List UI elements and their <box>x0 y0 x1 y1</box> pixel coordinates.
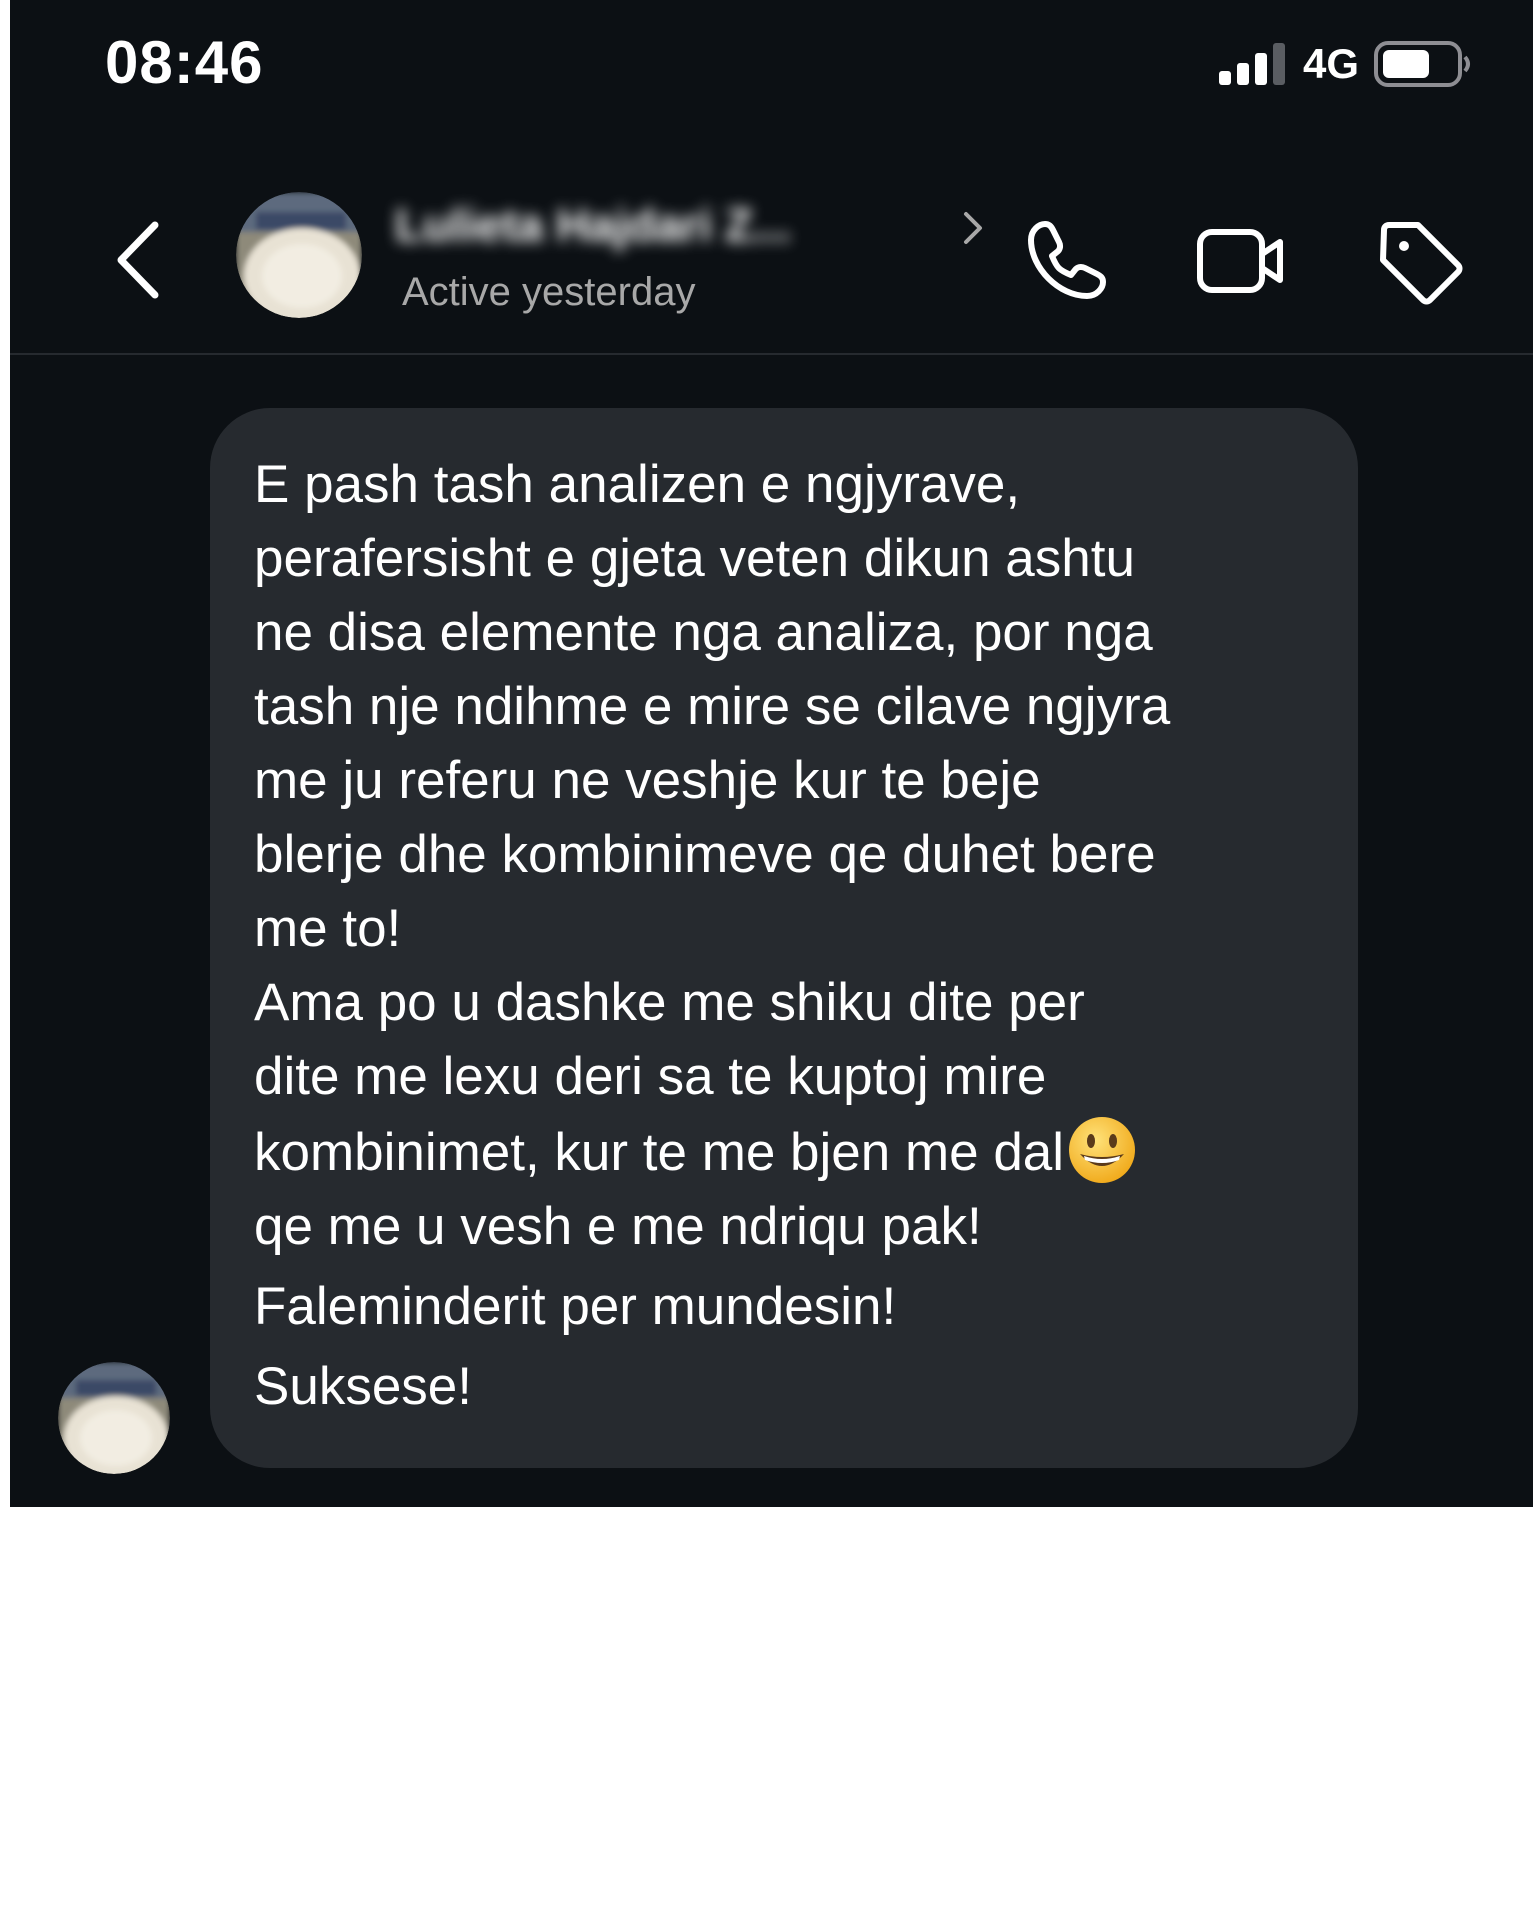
avatar[interactable] <box>236 192 362 318</box>
battery-icon <box>1374 41 1470 87</box>
chat-screen: 08:46 4G Lulieta Hajdari Z... Active yes… <box>10 0 1533 1507</box>
signal-bars-icon <box>1218 43 1285 85</box>
contact-status: Active yesterday <box>402 270 696 314</box>
message-line: tash nje ndihme e mire se cilave ngjyra <box>254 677 1171 736</box>
grinning-face-emoji <box>1069 1117 1136 1183</box>
status-indicators: 4G <box>1217 40 1473 88</box>
chat-header: Lulieta Hajdari Z... Active yesterday <box>10 170 1533 355</box>
sender-avatar[interactable] <box>58 1362 170 1474</box>
message-line: perafersisht e gjeta veten dikun ashtu <box>254 529 1135 588</box>
contact-name[interactable]: Lulieta Hajdari Z... <box>395 198 935 258</box>
message-line: dite me lexu deri sa te kuptoj mire <box>254 1047 1047 1106</box>
message-line: me ju referu ne veshje kur te beje <box>254 751 1041 810</box>
message-line: qe me u vesh e me ndriqu pak! <box>254 1197 982 1256</box>
message-line: Suksese! <box>254 1357 473 1416</box>
message-line-text: kombinimet, kur te me bjen me dal <box>254 1123 1065 1182</box>
phone-icon[interactable] <box>1015 212 1115 312</box>
message-line: me to! <box>254 899 402 958</box>
message-line: Faleminderit per mundesin! <box>254 1277 897 1336</box>
message-line: ne disa elemente nga analiza, por nga <box>254 603 1153 662</box>
tag-icon[interactable] <box>1370 212 1470 312</box>
back-button[interactable] <box>105 215 175 305</box>
message-bubble[interactable]: E pash tash analizen e ngjyrave, perafer… <box>210 408 1358 1468</box>
message-line: Ama po u dashke me shiku dite per <box>254 973 1085 1032</box>
message-line: E pash tash analizen e ngjyrave, <box>254 455 1021 514</box>
message-line: blerje dhe kombinimeve qe duhet bere <box>254 825 1156 884</box>
status-time: 08:46 <box>105 29 264 96</box>
network-type: 4G <box>1302 40 1359 87</box>
message-line-with-emoji: kombinimet, kur te me bjen me dal <box>254 1114 1328 1190</box>
chevron-right-icon[interactable] <box>958 206 988 250</box>
video-camera-icon[interactable] <box>1190 212 1290 312</box>
